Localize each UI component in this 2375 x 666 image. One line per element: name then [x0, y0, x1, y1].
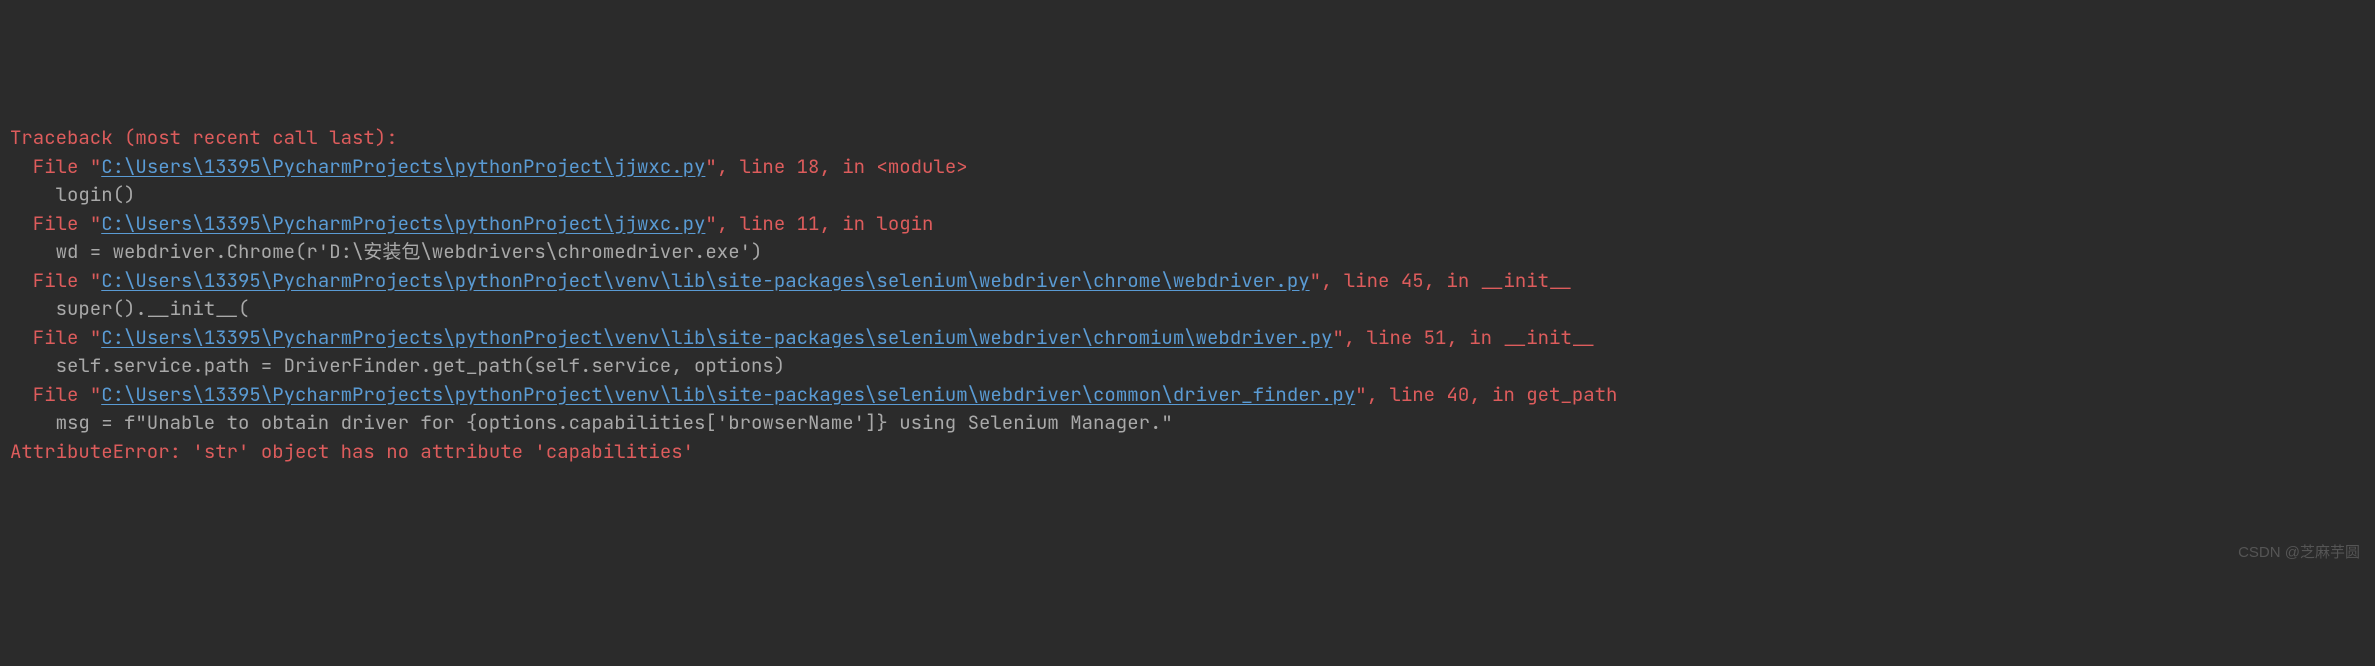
- traceback-error: AttributeError: 'str' object has no attr…: [10, 438, 2365, 467]
- file-quote: ": [705, 154, 716, 179]
- traceback-header: Traceback (most recent call last):: [10, 124, 2365, 153]
- traceback-frame-2-code: super().__init__(: [10, 295, 2365, 324]
- file-quote: ": [90, 382, 101, 407]
- traceback-output: Traceback (most recent call last): File …: [10, 124, 2365, 466]
- line-info: , line 51, in __init__: [1344, 325, 1595, 350]
- file-quote: ": [1310, 268, 1321, 293]
- file-quote: ": [1355, 382, 1366, 407]
- file-quote: ": [1332, 325, 1343, 350]
- traceback-frame-2-file: File "C:\Users\13395\PycharmProjects\pyt…: [10, 267, 2365, 296]
- file-quote: ": [90, 211, 101, 236]
- traceback-frame-4-code: msg = f"Unable to obtain driver for {opt…: [10, 409, 2365, 438]
- traceback-frame-1-file: File "C:\Users\13395\PycharmProjects\pyt…: [10, 210, 2365, 239]
- error-separator: :: [170, 439, 193, 464]
- file-path-link[interactable]: C:\Users\13395\PycharmProjects\pythonPro…: [101, 211, 705, 236]
- file-keyword: File: [10, 211, 90, 236]
- file-path-link[interactable]: C:\Users\13395\PycharmProjects\pythonPro…: [101, 325, 1332, 350]
- file-quote: ": [705, 211, 716, 236]
- line-info: , line 18, in <module>: [717, 154, 968, 179]
- file-keyword: File: [10, 154, 90, 179]
- line-info: , line 11, in login: [717, 211, 934, 236]
- file-quote: ": [90, 154, 101, 179]
- error-message: 'str' object has no attribute 'capabilit…: [192, 439, 694, 464]
- traceback-frame-0-file: File "C:\Users\13395\PycharmProjects\pyt…: [10, 153, 2365, 182]
- line-info: , line 40, in get_path: [1367, 382, 1618, 407]
- error-type: AttributeError: [10, 439, 170, 464]
- file-keyword: File: [10, 382, 90, 407]
- traceback-frame-1-code: wd = webdriver.Chrome(r'D:\安装包\webdriver…: [10, 238, 2365, 267]
- traceback-frame-3-file: File "C:\Users\13395\PycharmProjects\pyt…: [10, 324, 2365, 353]
- traceback-frame-3-code: self.service.path = DriverFinder.get_pat…: [10, 352, 2365, 381]
- watermark: CSDN @芝麻芋圆: [2238, 542, 2360, 565]
- traceback-frame-4-file: File "C:\Users\13395\PycharmProjects\pyt…: [10, 381, 2365, 410]
- file-quote: ": [90, 325, 101, 350]
- traceback-frame-0-code: login(): [10, 181, 2365, 210]
- file-keyword: File: [10, 268, 90, 293]
- line-info: , line 45, in __init__: [1321, 268, 1572, 293]
- file-keyword: File: [10, 325, 90, 350]
- file-path-link[interactable]: C:\Users\13395\PycharmProjects\pythonPro…: [101, 382, 1355, 407]
- file-quote: ": [90, 268, 101, 293]
- file-path-link[interactable]: C:\Users\13395\PycharmProjects\pythonPro…: [101, 154, 705, 179]
- file-path-link[interactable]: C:\Users\13395\PycharmProjects\pythonPro…: [101, 268, 1309, 293]
